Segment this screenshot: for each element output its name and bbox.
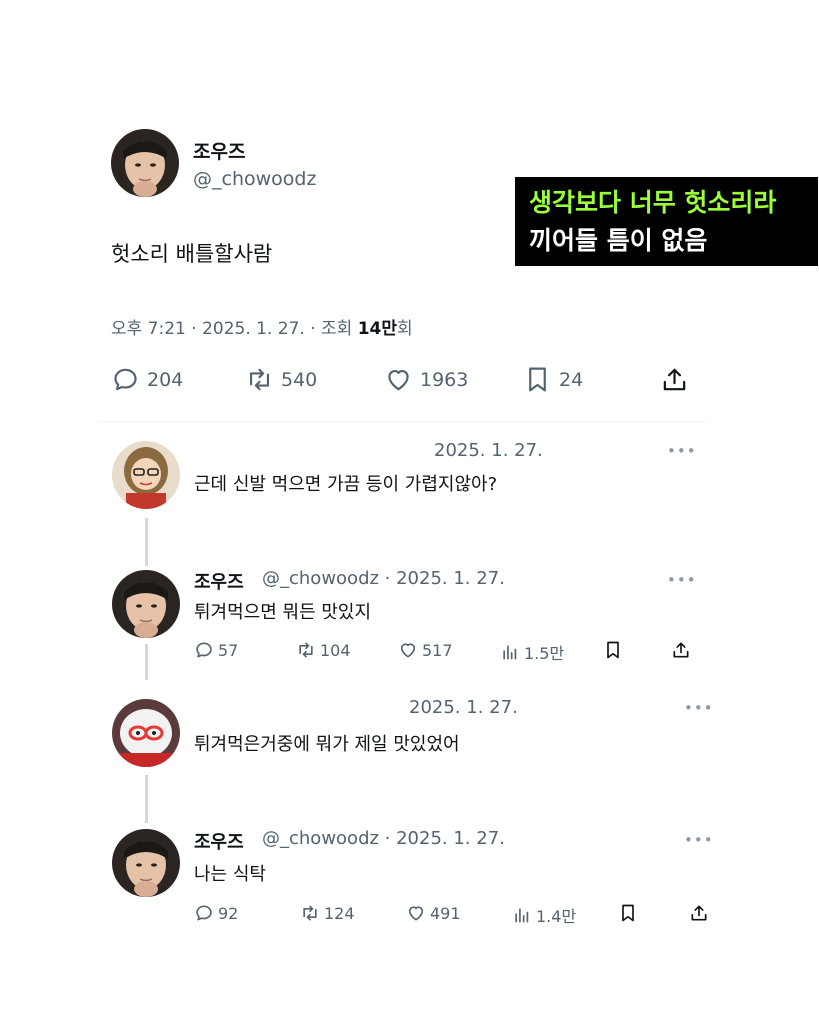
reply-4-author-name[interactable]: 조우즈 [194,828,244,854]
main-tweet-meta: 오후 7:21 · 2025. 1. 27. · 조회 14만회 [111,314,413,339]
reply-icon [196,905,212,921]
reply-1-date[interactable]: 2025. 1. 27. [434,440,543,461]
reply-2-text: 튀겨먹으면 뭐든 맛있지 [194,602,372,623]
reply-3-date[interactable]: 2025. 1. 27. [409,697,518,718]
reply-1-text: 근데 신발 먹으면 가끔 등이 가렵지않아? [194,474,498,495]
reply-2-author-name[interactable]: 조우즈 [194,568,244,594]
reply-icon [196,642,212,658]
bookmark-button[interactable] [603,640,627,660]
reply-4-author-handle[interactable]: @_chowoodz · 2025. 1. 27. [262,828,505,849]
like-button[interactable]: 517 [398,640,453,660]
view-count: 14만 [357,319,398,339]
bookmark-button[interactable] [618,903,642,923]
reply-count: 57 [218,640,239,660]
reply-3-text: 튀겨먹은거중에 뭐가 제일 맛있었어 [194,734,460,755]
reply-2-author-handle[interactable]: @_chowoodz · 2025. 1. 27. [262,568,505,589]
reply-button[interactable]: 92 [194,903,238,923]
retweet-icon [303,905,317,921]
retweet-count: 540 [281,368,318,391]
like-button[interactable]: 491 [406,903,461,923]
analytics-icon [515,908,529,923]
heart-icon [408,906,424,921]
reply-button[interactable]: 204 [111,365,183,394]
more-options-icon[interactable]: ••• [684,831,714,849]
bookmark-icon [529,367,546,392]
tweet-timestamp[interactable]: 오후 7:21 · 2025. 1. 27. · 조회 [111,319,358,339]
analytics-icon [503,645,517,660]
retweet-button[interactable]: 104 [296,640,351,660]
main-author-avatar[interactable] [111,129,179,197]
like-count: 491 [430,903,461,923]
main-author-name[interactable]: 조우즈 [193,137,245,164]
main-tweet-text: 헛소리 배틀할사람 [111,242,273,266]
retweet-icon [299,642,313,658]
retweet-button[interactable]: 124 [300,903,355,923]
retweet-button[interactable]: 540 [245,365,317,394]
bookmark-icon [622,904,634,922]
view-count-suffix: 회 [397,319,413,339]
divider [98,421,708,422]
bookmark-count: 24 [559,368,584,391]
retweet-icon [249,368,270,391]
reply-count: 204 [147,368,184,391]
reply-2-avatar[interactable] [112,570,180,638]
share-button[interactable] [660,365,696,394]
caption-overlay: 생각보다 너무 헛소리라 끼어들 틈이 없음 [515,177,818,266]
heart-icon [388,369,409,391]
more-options-icon[interactable]: ••• [684,699,714,717]
retweet-count: 104 [320,640,351,660]
reply-icon [114,368,137,391]
like-count: 517 [422,640,453,660]
share-button[interactable] [689,903,713,923]
share-icon [691,905,707,921]
view-count: 1.4만 [536,907,577,926]
main-action-bar: 204 540 1963 24 [0,365,819,397]
reply-4-text: 나는 식탁 [194,864,266,885]
like-button[interactable]: 1963 [384,365,468,394]
bookmark-button[interactable]: 24 [523,365,583,394]
thread-line [145,644,148,680]
thread-line [145,775,148,823]
views-button[interactable]: 1.5만 [500,640,564,664]
more-options-icon[interactable]: ••• [667,571,697,589]
bookmark-icon [607,641,619,659]
more-options-icon[interactable]: ••• [667,442,697,460]
thread-line [145,518,148,566]
share-icon [663,368,686,391]
share-button[interactable] [671,640,695,660]
share-icon [673,642,689,658]
retweet-count: 124 [324,903,355,923]
reply-1-avatar[interactable] [112,441,180,509]
view-count: 1.5만 [524,644,565,663]
reply-4-avatar[interactable] [112,829,180,897]
reply-3-avatar[interactable] [112,699,180,767]
views-button[interactable]: 1.4만 [512,903,576,927]
reply-button[interactable]: 57 [194,640,238,660]
like-count: 1963 [420,368,469,391]
main-author-handle[interactable]: @_chowoodz [193,168,316,190]
reply-count: 92 [218,903,239,923]
caption-line-1: 생각보다 너무 헛소리라 [529,188,777,217]
caption-line-2: 끼어들 틈이 없음 [529,226,708,255]
heart-icon [400,643,416,658]
